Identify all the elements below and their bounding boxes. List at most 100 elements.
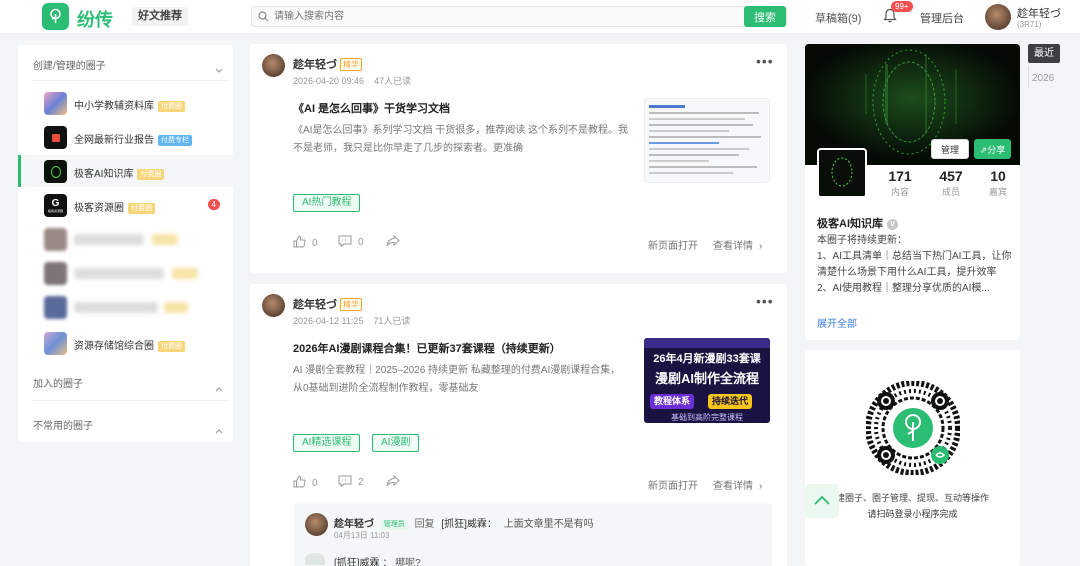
post-thumbnail[interactable]: 26年4月新漫剧33套课 漫剧AI制作全流程 教程体系 持续迭代 基础到高阶完整… xyxy=(644,338,770,423)
circle-avatar xyxy=(44,92,67,115)
stat-guests[interactable]: 10 嘉宾 xyxy=(973,168,1020,198)
chevron-up-icon xyxy=(215,423,223,441)
circle-avatar: G 极客资源圈 xyxy=(44,194,67,217)
sidebar-item-blurred[interactable] xyxy=(18,257,233,289)
open-new-page-link[interactable]: 新页面打开 xyxy=(648,237,698,252)
paid-tag: 付费圈 xyxy=(128,203,155,214)
commenter-name[interactable]: 趁年轻づ xyxy=(334,519,374,530)
drafts-link[interactable]: 草稿箱(9) xyxy=(815,10,861,26)
stat-members[interactable]: 457 成员 xyxy=(926,168,976,198)
timeline-recent[interactable]: 最近 xyxy=(1028,44,1060,63)
section-joined-circles[interactable]: 加入的圈子 xyxy=(18,376,233,394)
stat-number: 457 xyxy=(939,168,963,184)
topic-tag[interactable]: AI漫剧 xyxy=(372,434,420,452)
sidebar-item-blurred[interactable] xyxy=(18,223,233,255)
logo-caption: 极客资源圈 xyxy=(47,208,63,213)
post-date: 2026-04-20 09:46 xyxy=(293,76,365,86)
sidebar-item-reports[interactable]: 全网最新行业报告 付费专栏 xyxy=(18,121,233,153)
search-button[interactable]: 搜索 xyxy=(744,6,786,27)
section-unused-circles[interactable]: 不常用的圈子 xyxy=(18,418,233,436)
timeline-year[interactable]: 2026 xyxy=(1032,73,1054,84)
group-description: 本圈子将持续更新： 1、AI工具清单｜总结当下热门AI工具，让你清楚什么场景下用… xyxy=(817,233,1013,297)
stat-number: 171 xyxy=(888,168,912,184)
good-articles-link[interactable]: 好文推荐 xyxy=(132,7,188,26)
chevron-up-icon xyxy=(215,381,223,399)
commenter-avatar[interactable] xyxy=(305,513,328,536)
search-input[interactable] xyxy=(274,7,734,26)
topic-tag[interactable]: AI精选课程 xyxy=(293,434,361,452)
comment-icon xyxy=(338,235,352,250)
paid-tag: 付费圈 xyxy=(137,169,165,180)
circle-sidebar: 创建/管理的圈子 中小学教辅资料库 付费圈 全网最新行业报告 付费专栏 极客AI知识… xyxy=(18,45,233,442)
manage-button[interactable]: 管理 xyxy=(931,139,969,159)
stat-number: 10 xyxy=(990,168,1006,184)
post-thumbnail[interactable] xyxy=(644,98,770,183)
paid-column-tag: 付费专栏 xyxy=(158,135,192,146)
circle-avatar xyxy=(44,126,67,149)
search-icon xyxy=(258,11,269,25)
more-options-icon[interactable]: ••• xyxy=(756,293,774,309)
sidebar-item-ai-knowledge[interactable]: 极客AI知识库 付费圈 xyxy=(18,155,233,187)
read-count: 71人已读 xyxy=(373,316,411,326)
like-button[interactable]: 0 xyxy=(293,235,318,251)
admin-link[interactable]: 管理后台 xyxy=(920,10,964,26)
back-to-top-button[interactable] xyxy=(805,484,839,518)
comment-button[interactable]: 0 xyxy=(338,235,364,250)
commenter-avatar[interactable] xyxy=(305,553,325,565)
sidebar-item-label: 资源存储馆综合圈 xyxy=(74,341,154,352)
user-avatar[interactable] xyxy=(985,4,1011,30)
view-detail-link[interactable]: 查看详情 xyxy=(713,481,753,492)
app-logo-icon[interactable] xyxy=(42,3,69,30)
sidebar-item-geek-resources[interactable]: G 极客资源圈 极客资源圈 付费圈 4 xyxy=(18,189,233,221)
author-avatar[interactable] xyxy=(262,294,285,317)
stat-label: 嘉宾 xyxy=(988,187,1007,197)
comment-thread: 趁年轻づ 管理员 回复 [抓狂]威霖： 上面文章里不是有吗 04月13日 11:… xyxy=(294,503,772,566)
like-count: 0 xyxy=(312,237,318,249)
blurred-tag xyxy=(164,302,188,313)
share-button[interactable]: ⇗分享 xyxy=(974,139,1011,159)
sidebar-item-storage[interactable]: 资源存储馆综合圈 付费圈 xyxy=(18,327,233,359)
author-name[interactable]: 趁年轻づ xyxy=(293,299,337,311)
group-avatar[interactable] xyxy=(817,148,867,198)
view-detail-link[interactable]: 查看详情 xyxy=(713,241,753,252)
share-icon[interactable] xyxy=(386,235,400,247)
group-name: 极客AI知识库 xyxy=(817,218,883,230)
chevron-up-icon xyxy=(814,494,830,508)
stat-content[interactable]: 171 内容 xyxy=(875,168,925,198)
sidebar-item-label: 极客资源圈 xyxy=(74,203,124,214)
like-count: 0 xyxy=(312,477,318,489)
post-body[interactable]: 《AI是怎么回事》系列学习文档 干货很多，推荐阅读 这个系列不是教程。我不是老师… xyxy=(293,122,628,158)
post-title[interactable]: 《AI 是怎么回事》干货学习文档 xyxy=(293,100,450,116)
unread-count-badge: 4 xyxy=(207,199,220,210)
author-avatar[interactable] xyxy=(262,54,285,77)
expand-all-link[interactable]: 展开全部 xyxy=(817,315,857,330)
share-icon[interactable] xyxy=(386,475,400,487)
comment-icon xyxy=(338,475,352,490)
app-name[interactable]: 纷传 xyxy=(77,6,113,32)
post-body[interactable]: AI 漫剧全套教程｜2025–2026 持续更新 私藏整理的付费AI漫剧课程合集… xyxy=(293,362,628,398)
topic-tag[interactable]: AI热门教程 xyxy=(293,194,361,212)
commenter-name[interactable]: [抓狂]威霖 xyxy=(334,558,380,566)
more-options-icon[interactable]: ••• xyxy=(756,53,774,69)
blurred-label xyxy=(74,268,164,279)
circle-avatar xyxy=(44,332,67,355)
post-title[interactable]: 2026年AI漫剧课程合集！已更新37套课程（持续更新） xyxy=(293,340,561,356)
sidebar-item-blurred[interactable] xyxy=(18,291,233,323)
reply-target[interactable]: [抓狂]威霖： xyxy=(441,519,497,530)
chevron-right-icon: › xyxy=(759,481,763,492)
desc-line: 本圈子将持续更新： xyxy=(817,235,907,246)
sidebar-item-label: 极客AI知识库 xyxy=(74,169,134,180)
comment-button[interactable]: 2 xyxy=(338,475,364,490)
paid-tag: 付费圈 xyxy=(158,341,185,352)
blurred-label xyxy=(74,234,144,245)
circle-avatar xyxy=(44,296,67,319)
section-created-circles[interactable]: 创建/管理的圈子 xyxy=(18,58,233,76)
open-new-page-link[interactable]: 新页面打开 xyxy=(648,477,698,492)
thumb-pill: 教程体系 xyxy=(650,394,695,409)
user-name[interactable]: 趁年轻づ xyxy=(1017,5,1061,21)
like-button[interactable]: 0 xyxy=(293,475,318,491)
sidebar-item-k12[interactable]: 中小学教辅资料库 付费圈 xyxy=(18,87,233,119)
author-name[interactable]: 趁年轻づ xyxy=(293,59,337,71)
thumb-footer: 基础到高阶完整课程 xyxy=(671,413,743,422)
comment-time: 04月13日 11:03 xyxy=(334,531,390,540)
